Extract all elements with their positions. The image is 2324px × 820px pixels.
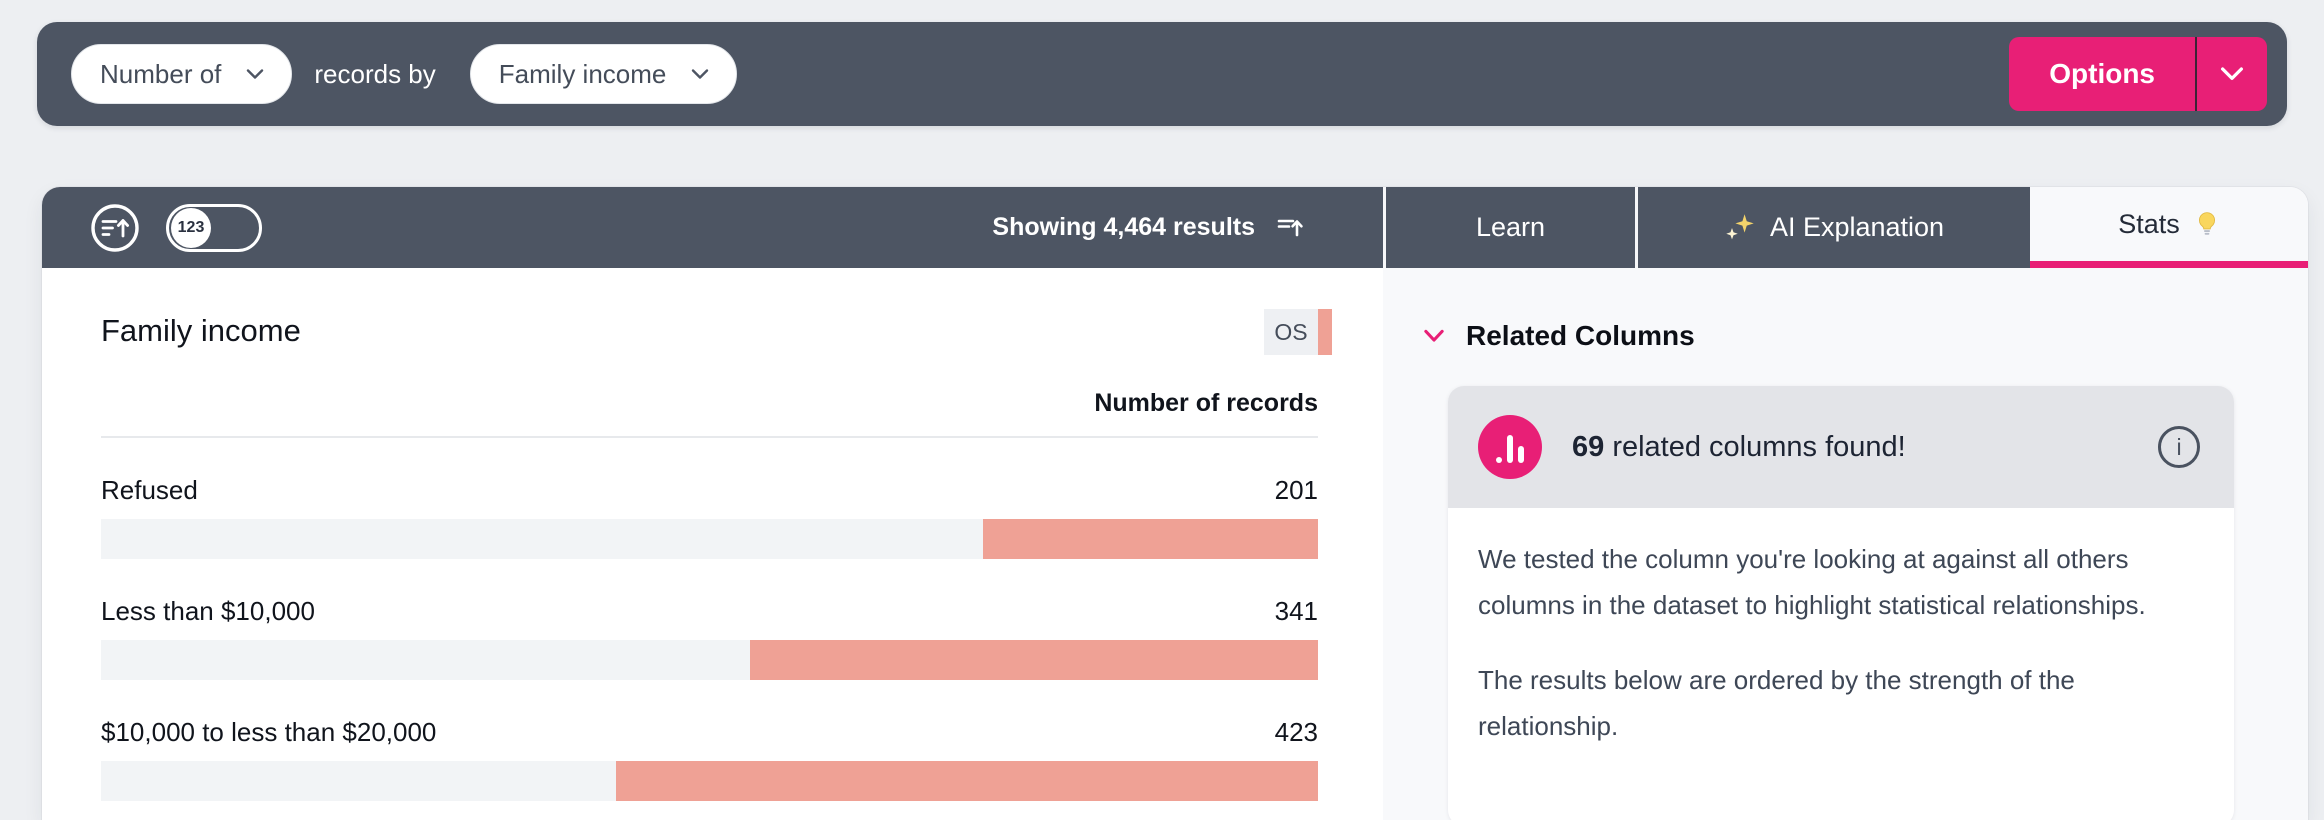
tab-learn-label: Learn [1476,212,1545,243]
category-label: Less than $10,000 [101,596,315,627]
chart-row-line: Less than $10,000 341 [101,596,1318,627]
bar-chart-icon [1478,415,1542,479]
chart-title-row: Family income OS [101,313,1318,361]
results-count-group: Showing 4,464 results [992,213,1305,243]
bar-fill [616,761,1318,801]
related-card-header: 69 related columns found! i [1448,386,2234,508]
results-count-text: Showing 4,464 results [992,213,1255,242]
related-columns-header[interactable]: Related Columns [1420,320,2308,352]
options-split-button: Options [2009,37,2267,111]
related-columns-title: Related Columns [1466,320,1695,352]
tab-stats-label: Stats [2118,209,2180,240]
category-value: 341 [1275,596,1318,627]
column-type-badge[interactable]: OS [1264,309,1332,355]
numeric-toggle-label: 123 [178,219,205,237]
category-label: Refused [101,475,198,506]
options-button-label: Options [2049,58,2155,90]
chevron-down-icon [2217,59,2247,89]
chart-row-line: $10,000 to less than $20,000 423 [101,717,1318,748]
related-columns-card: 69 related columns found! i We tested th… [1448,386,2234,820]
measure-dropdown-value: Number of [100,59,221,90]
sort-icon[interactable] [90,203,140,253]
chevron-down-icon [1420,322,1448,350]
measure-dropdown[interactable]: Number of [71,44,292,104]
panel-header: 123 Showing 4,464 results Learn AI Expla… [42,187,2308,268]
bar-fill [750,640,1318,680]
related-card-paragraph: We tested the column you're looking at a… [1478,536,2192,629]
header-divider [101,436,1318,438]
column-type-badge-strip [1318,309,1332,355]
tab-ai-explanation-label: AI Explanation [1770,212,1944,243]
numeric-format-toggle[interactable]: 123 [166,204,262,252]
chart-row[interactable]: $10,000 to less than $20,000 423 [101,717,1318,801]
chart-row[interactable]: Less than $10,000 341 [101,596,1318,680]
results-header-bar: 123 Showing 4,464 results [42,187,1383,268]
chevron-down-icon [688,62,712,86]
tab-ai-explanation[interactable]: AI Explanation [1638,187,2030,268]
value-column-header: Number of records [101,389,1318,418]
stats-pane: Related Columns 69 related columns found… [1383,268,2308,820]
chevron-down-icon [243,62,267,86]
chart-row-line: Refused 201 [101,475,1318,506]
lightbulb-icon [2194,211,2220,237]
chart-row[interactable]: Refused 201 [101,475,1318,559]
query-connector-text: records by [314,59,435,90]
dimension-dropdown-value: Family income [499,59,667,90]
sparkles-icon [1724,212,1756,244]
category-value: 201 [1275,475,1318,506]
related-card-body: We tested the column you're looking at a… [1448,508,2234,749]
chart-pane: Family income OS Number of records Refus… [42,268,1383,820]
options-caret-button[interactable] [2197,37,2267,111]
info-icon[interactable]: i [2158,426,2200,468]
numeric-toggle-knob: 123 [171,208,211,248]
tab-learn[interactable]: Learn [1386,187,1635,268]
bar-fill [983,519,1318,559]
category-label: $10,000 to less than $20,000 [101,717,436,748]
dimension-dropdown[interactable]: Family income [470,44,738,104]
category-value: 423 [1275,717,1318,748]
bar-track [101,640,1318,680]
options-button[interactable]: Options [2009,37,2195,111]
tab-stats[interactable]: Stats [2030,187,2308,268]
bar-track [101,519,1318,559]
query-toolbar: Number of records by Family income Optio… [37,22,2287,126]
column-type-badge-label: OS [1264,309,1318,355]
related-count-text: 69 related columns found! [1572,431,1906,464]
chart-rows: Refused 201 Less than $10,000 341 $10,00… [101,475,1318,801]
visual-panel: 123 Showing 4,464 results Learn AI Expla… [42,187,2308,820]
sort-rows-icon[interactable] [1275,213,1305,243]
panel-body: Family income OS Number of records Refus… [42,268,2308,820]
related-card-paragraph: The results below are ordered by the str… [1478,657,2192,750]
chart-title: Family income [101,313,301,348]
bar-track [101,761,1318,801]
